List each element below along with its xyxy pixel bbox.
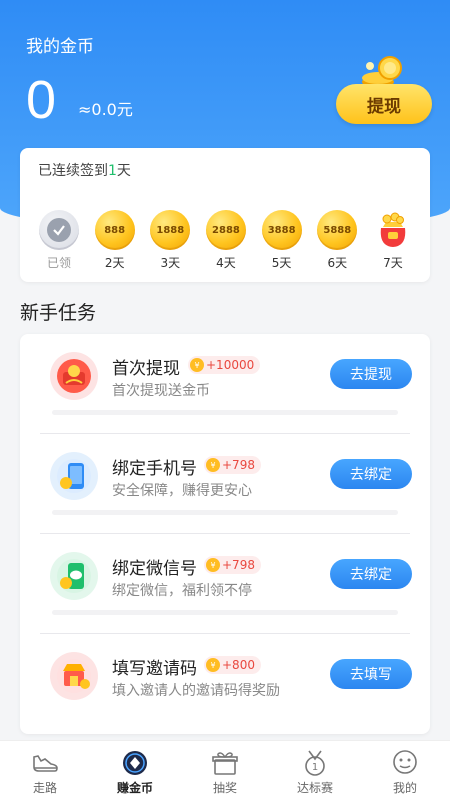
task-name: 填写邀请码 (112, 659, 197, 679)
section-title: 新手任务 (20, 302, 97, 324)
checkin-day-5[interactable]: 3888 5天 (259, 210, 305, 274)
task-name: 绑定微信号 (112, 559, 197, 579)
checkin-days-row: 已领 888 2天 1888 3天 2888 4天 3888 5天 5888 6… (36, 210, 416, 274)
task-progress (52, 510, 398, 515)
tab-mine[interactable]: 我的 (360, 741, 450, 800)
checkin-day-label: 7天 (383, 256, 403, 270)
checkin-day-4[interactable]: 2888 4天 (203, 210, 249, 274)
task-desc: 绑定微信，福利领不停 (112, 583, 252, 599)
task-progress (52, 410, 398, 415)
lucky-bag-icon (380, 212, 406, 247)
checkin-prefix: 已连续签到 (38, 163, 108, 179)
checkin-days-count: 1 (108, 163, 117, 179)
task-item-bind-phone: 绑定手机号 ¥ +798 安全保障，赚得更安心 去绑定 (20, 434, 430, 534)
tab-lottery[interactable]: 抽奖 (180, 741, 270, 800)
reward-badge: ¥ +800 (204, 656, 261, 674)
reward-badge: ¥ +798 (204, 456, 261, 474)
medal-icon: 1 (300, 749, 330, 777)
coin-icon: 1888 (150, 210, 191, 250)
task-desc: 安全保障，赚得更安心 (112, 483, 252, 499)
coin-icon: 3888 (261, 210, 302, 250)
coin-icon: ¥ (206, 558, 220, 572)
bottom-tab-bar: 走路 赚金币 抽奖 1 达标赛 我的 (0, 740, 450, 800)
withdraw-gift-icon (50, 352, 98, 400)
coin-icon: 888 (94, 210, 135, 250)
coin-icon: ¥ (190, 358, 204, 372)
task-item-invite-code: 填写邀请码 ¥ +800 填入邀请人的邀请码得奖励 去填写 (20, 634, 430, 734)
task-name: 绑定手机号 (112, 459, 197, 479)
reward-amount: +10000 (206, 358, 255, 372)
profile-face-icon (390, 749, 420, 777)
bind-phone-button[interactable]: 去绑定 (330, 459, 412, 489)
tab-label: 达标赛 (296, 781, 333, 795)
checkin-day-label: 2天 (104, 256, 125, 270)
tab-label: 赚金币 (116, 781, 153, 795)
reward-badge: ¥ +10000 (188, 356, 261, 374)
checkin-day-label: 已领 (46, 256, 71, 270)
tab-label: 我的 (392, 781, 417, 795)
reward-badge: ¥ +798 (204, 556, 261, 574)
coin-icon: ¥ (206, 458, 220, 472)
tab-label: 抽奖 (212, 781, 237, 795)
tab-challenge[interactable]: 1 达标赛 (270, 741, 360, 800)
svg-text:1: 1 (312, 762, 318, 773)
shoe-icon (30, 749, 60, 777)
coin-icon: 5888 (317, 210, 358, 250)
claimed-check-icon (39, 210, 79, 250)
task-item-withdraw: 首次提现 ¥ +10000 首次提现送金币 去提现 (20, 334, 430, 434)
phone-icon (50, 452, 98, 500)
task-desc: 首次提现送金币 (112, 383, 210, 399)
checkin-card: 已连续签到1天 已领 888 2天 1888 3天 2888 4天 3888 5… (20, 148, 430, 282)
tab-walk[interactable]: 走路 (0, 741, 90, 800)
coin-balance-title: 我的金币 (26, 37, 94, 57)
checkin-day-label: 4天 (216, 256, 236, 270)
checkin-day-label: 6天 (327, 256, 348, 270)
reward-amount: +798 (222, 558, 255, 572)
checkin-day-6[interactable]: 5888 6天 (314, 210, 360, 274)
coin-icon: 2888 (205, 210, 246, 250)
tab-earn-coins[interactable]: 赚金币 (90, 741, 180, 800)
checkin-day-1[interactable]: 已领 (36, 210, 82, 274)
task-progress (52, 610, 398, 615)
fill-invite-code-button[interactable]: 去填写 (330, 659, 412, 689)
checkin-day-3[interactable]: 1888 3天 (147, 210, 193, 274)
diamond-coin-icon (120, 749, 150, 777)
coin-balance-cny: ≈0.0元 (78, 100, 133, 119)
checkin-suffix: 天 (116, 163, 131, 179)
checkin-day-2[interactable]: 888 2天 (92, 210, 138, 274)
coin-balance-amount: 0 (26, 70, 57, 130)
coin-icon: ¥ (206, 658, 220, 672)
gift-box-icon (210, 749, 240, 777)
task-item-bind-wechat: 绑定微信号 ¥ +798 绑定微信，福利领不停 去绑定 (20, 534, 430, 634)
checkin-day-label: 5天 (271, 256, 292, 270)
tab-label: 走路 (32, 781, 57, 795)
withdraw-button[interactable]: 提现 (336, 84, 432, 124)
task-desc: 填入邀请人的邀请码得奖励 (112, 683, 280, 699)
checkin-streak-text: 已连续签到1天 (38, 160, 131, 180)
task-list: 首次提现 ¥ +10000 首次提现送金币 去提现 绑定手机号 ¥ +798 安全保… (20, 334, 430, 734)
task-name: 首次提现 (112, 359, 180, 379)
reward-amount: +800 (222, 658, 255, 672)
invite-shop-icon (50, 652, 98, 700)
bind-wechat-button[interactable]: 去绑定 (330, 559, 412, 589)
checkin-day-7[interactable]: 7天 (370, 210, 416, 274)
withdraw-task-button[interactable]: 去提现 (330, 359, 412, 389)
wechat-icon (50, 552, 98, 600)
checkin-day-label: 3天 (160, 256, 181, 270)
reward-amount: +798 (222, 458, 255, 472)
